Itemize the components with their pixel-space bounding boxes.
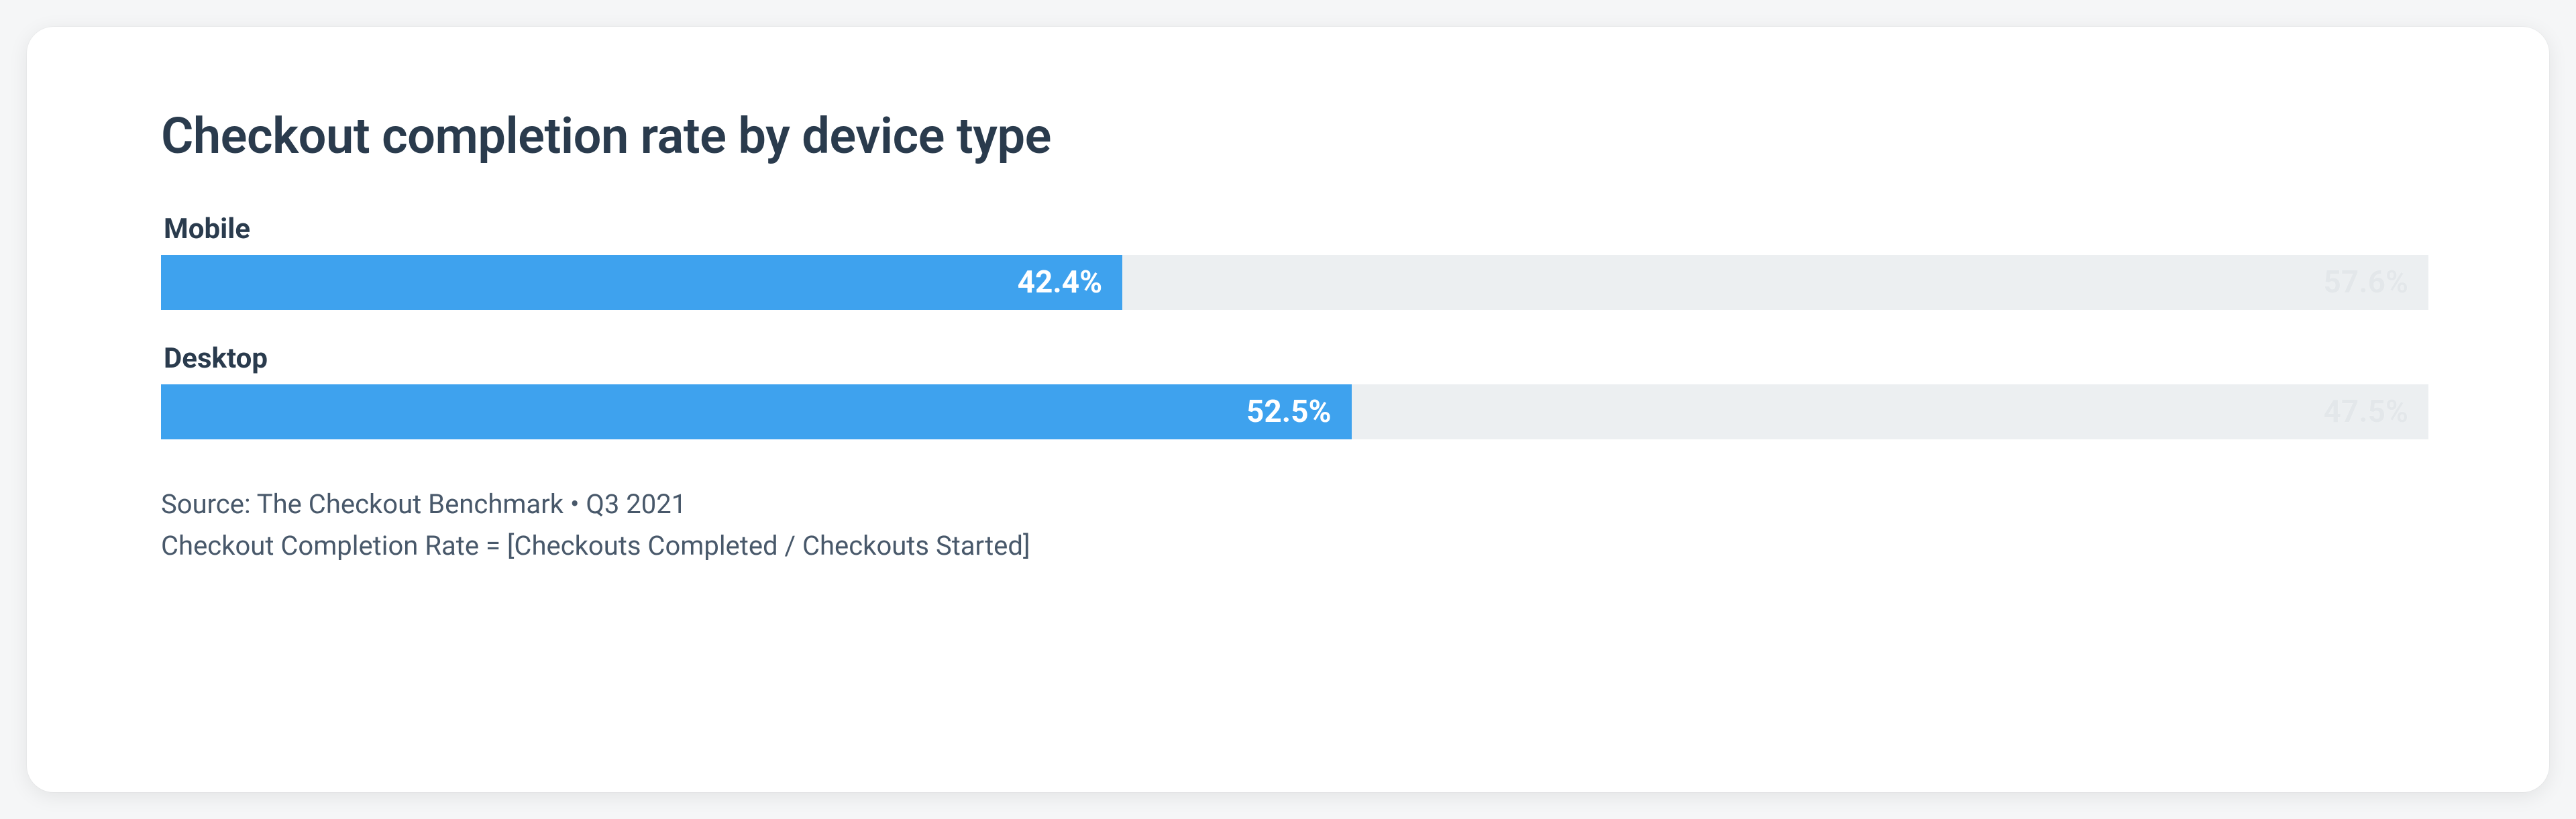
chart-card: Checkout completion rate by device type … xyxy=(27,27,2549,792)
bar-track-desktop: 52.5% 47.5% xyxy=(161,384,2428,439)
bar-fill-desktop: 52.5% xyxy=(161,384,1352,439)
footnotes: Source: The Checkout Benchmark • Q3 2021… xyxy=(161,484,2428,567)
bar-label-mobile: Mobile xyxy=(164,213,2428,245)
bar-fill-value-desktop: 52.5% xyxy=(1246,394,1332,430)
bar-rest-value-mobile: 57.6% xyxy=(2323,264,2408,301)
chart-title: Checkout completion rate by device type xyxy=(161,107,2428,166)
bar-row-desktop: Desktop 52.5% 47.5% xyxy=(161,342,2428,439)
bar-rest-desktop: 47.5% xyxy=(1352,384,2429,439)
bar-fill-value-mobile: 42.4% xyxy=(1018,264,1103,301)
bar-track-mobile: 42.4% 57.6% xyxy=(161,255,2428,310)
bar-label-desktop: Desktop xyxy=(164,342,2428,375)
bar-fill-mobile: 42.4% xyxy=(161,255,1122,310)
footnote-formula: Checkout Completion Rate = [Checkouts Co… xyxy=(161,525,2428,567)
bar-rest-mobile: 57.6% xyxy=(1122,255,2428,310)
bar-row-mobile: Mobile 42.4% 57.6% xyxy=(161,213,2428,310)
bar-rest-value-desktop: 47.5% xyxy=(2323,394,2408,430)
footnote-source: Source: The Checkout Benchmark • Q3 2021 xyxy=(161,484,2428,525)
